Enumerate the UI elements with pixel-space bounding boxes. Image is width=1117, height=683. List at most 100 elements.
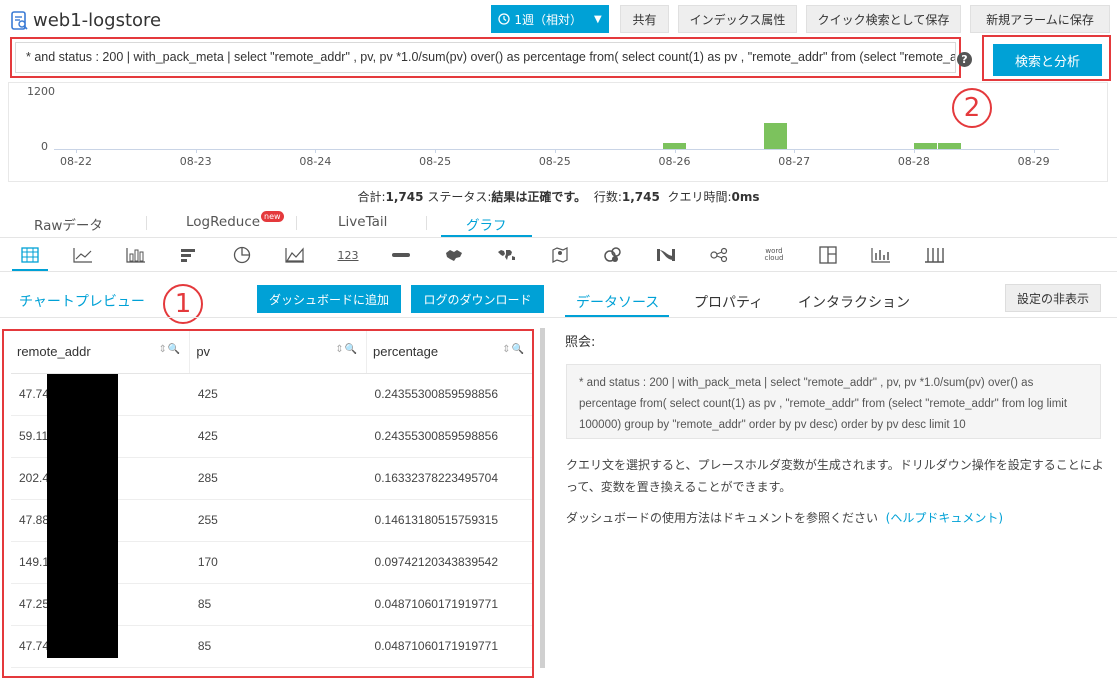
time-label: クエリ時間: xyxy=(667,190,732,204)
search-highlight-box: 検索と分析 xyxy=(982,35,1111,81)
table-cell: 285 xyxy=(189,457,367,500)
annotation-marker-1: 1 xyxy=(163,284,203,324)
x-tick-label: 08-27 xyxy=(778,155,811,168)
column-header-label: pv xyxy=(196,344,211,360)
query-summary: 合計:1,745 ステータス:結果は正確です。 行数:1,745 クエリ時間:0… xyxy=(0,188,1117,205)
tab-logreduce[interactable]: LogReduce xyxy=(186,214,260,230)
x-tick-mark xyxy=(76,149,77,153)
save-quick-search-button[interactable]: クイック検索として保存 xyxy=(806,5,961,33)
status-value: 結果は正確です。 xyxy=(491,190,587,204)
table-cell: 0.09742120343839542 xyxy=(366,541,532,584)
x-tick-mark xyxy=(913,149,915,153)
chart-preview-title[interactable]: チャートプレビュー xyxy=(19,291,145,311)
x-tick-label: 08-25 xyxy=(419,155,452,168)
table-header-row: remote_addr ⇕🔍 pv ⇕🔍 percentage ⇕🔍 xyxy=(11,331,532,374)
query-input[interactable]: * and status : 200 | with_pack_meta | se… xyxy=(15,42,956,73)
graph-icon[interactable] xyxy=(708,244,730,266)
x-tick-mark xyxy=(1033,149,1035,153)
tabs-divider xyxy=(0,237,1117,238)
histogram-x-labels: 08-22 08-23 08-24 08-25 08-25 08-26 08-27 08-28… xyxy=(9,83,1109,183)
time-range-button[interactable]: 1週（相対） ▼ xyxy=(491,5,609,33)
x-tick-mark xyxy=(794,149,796,153)
table-cell: 0.24355300859598856 xyxy=(366,373,532,416)
table-cell: 0.16332378223495704 xyxy=(366,457,532,500)
total-value: 1,745 xyxy=(385,190,424,204)
x-tick-label: 08-24 xyxy=(299,155,332,168)
x-tick-label: 08-23 xyxy=(179,155,212,168)
time-value: 0ms xyxy=(731,190,760,204)
panel-splitter[interactable] xyxy=(540,328,545,668)
table-cell: 85 xyxy=(189,583,367,626)
table-cell: 0.04871060171919771 xyxy=(366,583,532,626)
table-cell: 425 xyxy=(189,415,367,458)
sort-search-icon[interactable]: ⇕🔍 xyxy=(335,344,358,355)
map-icon[interactable] xyxy=(443,244,465,266)
area-chart-icon[interactable] xyxy=(284,244,306,266)
active-right-tab-indicator xyxy=(565,315,669,317)
tab-data-source[interactable]: データソース xyxy=(576,292,659,312)
flow-chart-icon[interactable] xyxy=(602,244,624,266)
x-tick-label: 08-28 xyxy=(897,155,930,168)
help-document-link[interactable]: (ヘルプドキュメント) xyxy=(886,511,1003,525)
x-tick-label: 08-26 xyxy=(658,155,691,168)
sort-search-icon[interactable]: ⇕🔍 xyxy=(502,344,525,355)
tab-graph[interactable]: グラフ xyxy=(466,214,507,234)
tab-divider xyxy=(146,216,147,230)
icons-divider xyxy=(0,271,1117,272)
amap-icon[interactable] xyxy=(549,244,571,266)
tab-livetail[interactable]: LiveTail xyxy=(338,214,387,230)
index-attributes-button[interactable]: インデックス属性 xyxy=(678,5,797,33)
x-tick-mark xyxy=(315,149,317,153)
x-tick-mark xyxy=(195,149,197,153)
download-log-button[interactable]: ログのダウンロード xyxy=(411,285,544,313)
bar-chart-icon[interactable] xyxy=(178,244,200,266)
grid-icon[interactable] xyxy=(923,244,945,266)
tab-raw-data[interactable]: Rawデータ xyxy=(34,214,103,234)
line-chart-icon[interactable] xyxy=(72,244,94,266)
total-label: 合計: xyxy=(357,190,386,204)
add-to-dashboard-button[interactable]: ダッシュボードに追加 xyxy=(257,285,401,313)
trend-icon[interactable] xyxy=(870,244,892,266)
x-tick-mark xyxy=(554,149,556,153)
sankey-icon[interactable] xyxy=(655,244,677,266)
table-cell: 85 xyxy=(189,625,367,668)
preview-divider xyxy=(0,317,1117,318)
table-icon[interactable] xyxy=(19,244,41,266)
treemap-icon[interactable] xyxy=(817,244,839,266)
query-display[interactable]: * and status : 200 | with_pack_meta | se… xyxy=(566,364,1101,439)
table-cell: 255 xyxy=(189,499,367,542)
word-cloud-icon[interactable]: word cloud xyxy=(761,244,787,266)
redaction-block xyxy=(47,374,118,658)
save-alarm-button[interactable]: 新規アラームに保存 xyxy=(970,5,1110,33)
table-cell: 0.14613180515759315 xyxy=(366,499,532,542)
tab-properties[interactable]: プロパティ xyxy=(694,292,763,312)
new-badge: new xyxy=(261,211,284,222)
share-button[interactable]: 共有 xyxy=(620,5,669,33)
column-header-label: remote_addr xyxy=(17,344,91,360)
sort-search-icon[interactable]: ⇕🔍 xyxy=(158,344,181,355)
clock-icon xyxy=(498,13,510,25)
single-value-icon[interactable]: 123 xyxy=(337,244,359,266)
help-icon[interactable]: ? xyxy=(957,52,972,67)
progress-bar-icon[interactable] xyxy=(390,244,412,266)
column-chart-icon[interactable] xyxy=(125,244,147,266)
status-label: ステータス: xyxy=(427,190,492,204)
tab-interaction[interactable]: インタラクション xyxy=(798,292,910,312)
column-header[interactable]: pv ⇕🔍 xyxy=(189,331,368,374)
search-analyze-button[interactable]: 検索と分析 xyxy=(993,44,1102,76)
tab-divider xyxy=(296,216,297,230)
x-tick-label: 08-29 xyxy=(1017,155,1050,168)
world-map-icon[interactable] xyxy=(496,244,518,266)
hide-settings-button[interactable]: 設定の非表示 xyxy=(1005,284,1101,312)
query-label: 照会: xyxy=(565,335,596,350)
pie-chart-icon[interactable] xyxy=(231,244,253,266)
column-header[interactable]: remote_addr ⇕🔍 xyxy=(11,331,191,374)
logstore-icon xyxy=(11,11,28,30)
x-tick-mark xyxy=(435,149,437,153)
tab-divider xyxy=(426,216,427,230)
time-range-label: 1週（相対） xyxy=(514,12,582,27)
x-tick-mark xyxy=(674,149,676,153)
logstore-title: web1-logstore xyxy=(33,10,162,31)
query-highlight-box: * and status : 200 | with_pack_meta | se… xyxy=(10,37,961,78)
column-header[interactable]: percentage ⇕🔍 xyxy=(366,331,532,374)
